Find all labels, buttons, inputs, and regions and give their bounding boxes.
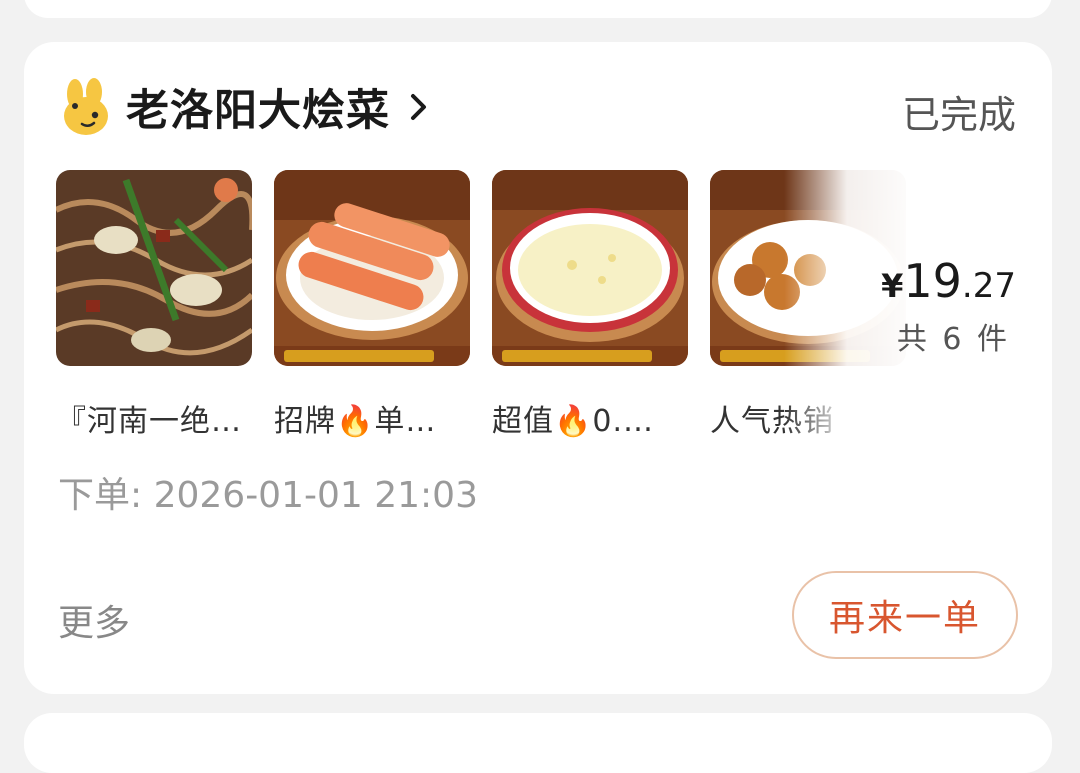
item-list[interactable]: 『河南一绝… 招牌🔥单… 超值🔥0.… 人气热销	[56, 170, 906, 440]
order-status: 已完成	[901, 93, 1016, 137]
chevron-right-icon[interactable]	[408, 92, 430, 122]
store-header[interactable]: 老洛阳大烩菜	[62, 76, 430, 138]
item-name: 超值🔥0.…	[492, 404, 654, 439]
list-item[interactable]: 超值🔥0.…	[492, 170, 688, 440]
food-thumbnail[interactable]	[274, 170, 470, 366]
list-item[interactable]: 『河南一绝…	[56, 170, 252, 440]
store-name[interactable]: 老洛阳大烩菜	[126, 76, 390, 138]
next-order-card	[24, 713, 1052, 773]
list-fade-overlay	[784, 170, 924, 450]
food-thumbnail[interactable]	[492, 170, 688, 366]
reorder-button[interactable]: 再来一单	[792, 571, 1018, 659]
item-name: 『河南一绝…	[56, 404, 242, 439]
price-integer: 19	[903, 254, 962, 308]
bunny-logo-icon	[62, 78, 110, 136]
order-price: ¥19.27	[881, 254, 1016, 308]
item-count: 共 6 件	[896, 322, 1010, 357]
price-decimal: .27	[961, 266, 1016, 306]
order-time: 下单: 2026-01-01 21:03	[58, 475, 478, 516]
currency-symbol: ¥	[881, 267, 904, 305]
food-thumbnail[interactable]	[56, 170, 252, 366]
order-card[interactable]: 老洛阳大烩菜 已完成 『河南一绝… 招牌🔥单… 超值🔥0.… 人气热销 ¥19.…	[24, 42, 1052, 694]
list-item[interactable]: 招牌🔥单…	[274, 170, 470, 440]
item-name: 招牌🔥单…	[274, 404, 437, 439]
more-button[interactable]: 更多	[58, 594, 130, 646]
previous-order-card	[24, 0, 1052, 18]
